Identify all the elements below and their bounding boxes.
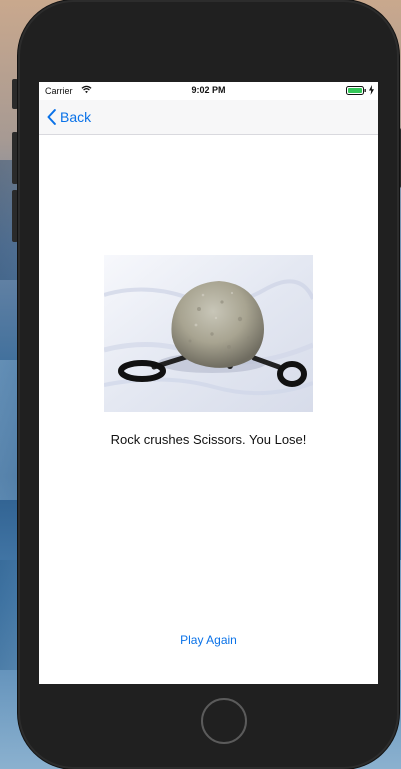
navigation-bar: Back bbox=[39, 100, 378, 135]
status-time: 9:02 PM bbox=[191, 85, 226, 95]
home-button[interactable] bbox=[201, 698, 247, 744]
rock-crushing-scissors-image bbox=[104, 255, 313, 412]
rock-scissors-illustration bbox=[104, 255, 313, 412]
result-message: Rock crushes Scissors. You Lose! bbox=[110, 432, 307, 447]
status-bar: Carrier 9:02 PM bbox=[39, 82, 378, 100]
play-again-button[interactable]: Play Again bbox=[39, 633, 378, 647]
app-screen: Carrier 9:02 PM Back Rock crushes Scisso… bbox=[39, 82, 378, 684]
back-button-label: Back bbox=[60, 109, 92, 125]
bolt-icon bbox=[369, 85, 374, 95]
back-button[interactable]: Back bbox=[47, 106, 91, 128]
chevron-left-icon bbox=[47, 109, 56, 125]
battery-icon bbox=[346, 86, 366, 95]
